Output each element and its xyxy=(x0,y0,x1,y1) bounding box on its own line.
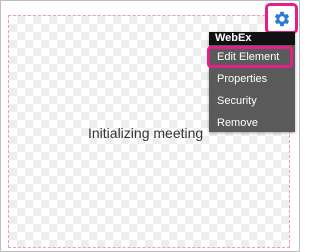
edit-element-highlight xyxy=(207,46,293,68)
menu-item-properties[interactable]: Properties xyxy=(217,73,267,85)
screenshot-frame: Initializing meeting WebEx Edit Element … xyxy=(0,0,300,252)
menu-title: WebEx xyxy=(209,32,295,45)
settings-button[interactable] xyxy=(265,3,298,34)
menu-item-remove[interactable]: Remove xyxy=(217,117,258,129)
gear-icon xyxy=(274,11,289,26)
status-text: Initializing meeting xyxy=(88,125,204,141)
menu-item-security[interactable]: Security xyxy=(217,95,257,107)
